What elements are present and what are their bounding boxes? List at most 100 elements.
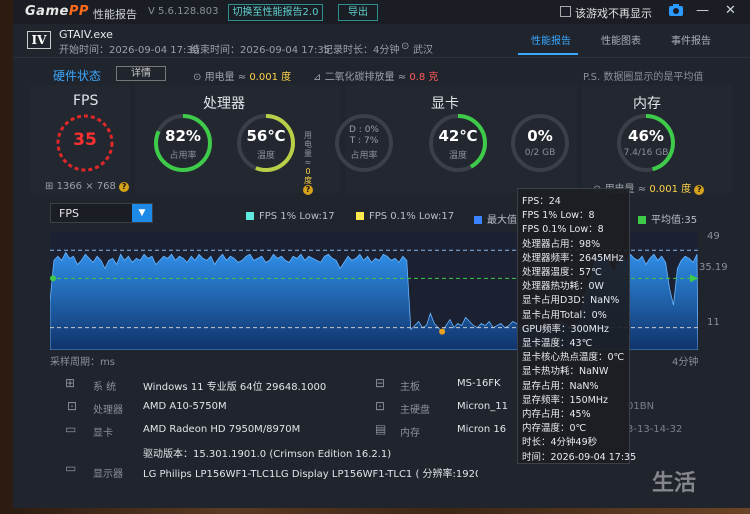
- tooltip-line: GPU频率：300MHz: [522, 323, 610, 335]
- location-pin-icon: ⊙: [401, 41, 410, 52]
- memory-usage-value: 46%: [628, 127, 664, 145]
- location: 武汉: [413, 45, 433, 56]
- divider: [13, 57, 750, 58]
- gpu-memory-gauge: 0% 0/2 GB: [509, 112, 571, 174]
- help-icon[interactable]: ?: [119, 182, 130, 192]
- tooltip-line: FPS：24: [522, 196, 561, 207]
- board-label: 主板: [400, 382, 420, 393]
- gpu-label: 显卡: [93, 428, 113, 439]
- average-marker: [50, 275, 56, 282]
- cpu-power-vertical: 用电量 ≈0 度 ?: [303, 131, 313, 195]
- help-icon[interactable]: ?: [694, 185, 705, 195]
- no-display-checkbox[interactable]: [560, 6, 571, 17]
- version-label: V 5.6.128.803: [148, 6, 219, 17]
- power-icon: ⊙: [193, 72, 205, 83]
- window-title: 性能报告: [93, 8, 137, 21]
- gpu-usage-label: 占用率: [350, 151, 378, 161]
- tooltip-line: 显卡核心热点温度：0℃: [522, 352, 625, 364]
- tooltip-line: 显卡占用D3D：NaN%: [522, 295, 620, 307]
- disk-value-tail: 01BN: [627, 401, 655, 412]
- y-tick-min: 11: [707, 317, 720, 328]
- cpu-temp-label: 温度: [256, 151, 275, 161]
- cpu-temp-gauge: 56℃ 温度: [235, 112, 297, 174]
- details-button[interactable]: 详情: [116, 66, 166, 81]
- min-marker: [439, 328, 446, 335]
- memory-title: 内存: [633, 96, 661, 112]
- display-label: 显示器: [93, 469, 123, 480]
- tooltip-line: FPS 1% Low：8: [522, 210, 595, 222]
- ram-value-tail: 3-13-14-32: [627, 424, 683, 435]
- active-tab-indicator: [518, 53, 578, 55]
- tab-performance-chart[interactable]: 性能图表: [601, 32, 641, 47]
- tooltip-line: 处理器热功耗：0W: [522, 281, 604, 293]
- cpu-title: 处理器: [203, 96, 245, 112]
- cpu-label: 处理器: [93, 405, 123, 416]
- switch-report-button[interactable]: 切换至性能报告2.0: [228, 4, 323, 21]
- gpu-temp-gauge: 42℃ 温度: [427, 112, 489, 174]
- fps-title: FPS: [73, 93, 99, 109]
- driver-version: 驱动版本：15.301.1901.0 (Crimson Edition 16.2…: [143, 449, 392, 460]
- gpu-usage-gauge: D : 0% T : 7% 占用率: [333, 112, 395, 174]
- gamepp-logo: GamePP: [25, 4, 89, 19]
- gpu-temp-value: 42℃: [438, 127, 478, 145]
- cpu-usage-gauge: 82% 占用率: [152, 112, 214, 174]
- tooltip-line: 显卡热功耗：NaNW: [522, 366, 609, 378]
- resolution: ⊞ 1366 × 768 ?: [45, 181, 130, 192]
- memory-usage-gauge: 46% 7.4/16 GB: [615, 112, 677, 174]
- watermark: 生活: [652, 471, 697, 496]
- os-value: Windows 11 专业版 64位 29648.1000: [143, 382, 327, 393]
- metric-select[interactable]: FPS ▼: [50, 203, 153, 223]
- cpu-value: AMD A10-5750M: [143, 401, 227, 412]
- ram-label: 内存: [400, 428, 420, 439]
- tooltip-line: 处理器温度：57℃: [522, 267, 602, 278]
- co2-emission: ⊿ 二氧化碳排放量 ≈ 0.8 克: [313, 72, 439, 83]
- ram-value: Micron 16: [457, 424, 507, 435]
- legend-1pct-low: FPS 1% Low:17: [246, 211, 335, 222]
- cpu-usage-value: 82%: [165, 127, 201, 145]
- disk-value: Micron_11: [457, 401, 508, 412]
- monitor-icon: ⊞: [45, 181, 57, 192]
- co2-icon: ⊿: [313, 72, 325, 83]
- legend-01pct-low: FPS 0.1% Low:17: [356, 211, 454, 222]
- memory-usage-label: 7.4/16 GB: [623, 148, 669, 158]
- gpu-title: 显卡: [431, 96, 459, 112]
- gpu-temp-label: 温度: [448, 151, 467, 161]
- gpu-memory-value: 0%: [527, 127, 553, 145]
- tooltip-line: 时长：4分钟49秒: [522, 437, 598, 449]
- start-time: 开始时间：2026-09-04 17:30: [59, 45, 200, 56]
- export-button[interactable]: 导出: [338, 4, 378, 21]
- display-value: LG Philips LP156WF1-TLC1LG Display LP156…: [143, 469, 478, 480]
- tooltip-line: 处理器频率：2645MHz: [522, 252, 624, 264]
- minimize-button[interactable]: —: [696, 3, 709, 18]
- tab-event-report[interactable]: 事件报告: [671, 32, 711, 47]
- game-exe: GTAIV.exe: [59, 28, 113, 41]
- help-icon[interactable]: ?: [303, 185, 313, 195]
- tab-performance-report[interactable]: 性能报告: [531, 32, 571, 47]
- legend-average: 平均值:35: [638, 211, 697, 226]
- fps-gauge: 35: [54, 112, 116, 174]
- close-button[interactable]: ✕: [725, 3, 736, 18]
- y-tick-max: 49: [707, 231, 720, 242]
- average-note: P.S. 数据圈显示的是平均值: [583, 72, 704, 83]
- legend-max: 最大值: [474, 211, 517, 226]
- cpu-temp-value: 56℃: [246, 127, 286, 145]
- os-label: 系 统: [93, 382, 117, 393]
- x-end-label: 4分钟: [672, 357, 699, 368]
- y-tick-average: 35.19: [699, 262, 728, 273]
- fps-value: 35: [73, 130, 97, 150]
- cpu-usage-label: 占用率: [169, 151, 197, 161]
- chevron-down-icon[interactable]: ▼: [132, 204, 152, 222]
- tooltip-line: 显卡占用Total：0%: [522, 309, 607, 321]
- tooltip-line: 显存频率：150MHz: [522, 394, 608, 406]
- chart-tooltip: FPS：24 FPS 1% Low：8 FPS 0.1% Low：8 处理器占用：98…: [517, 188, 636, 464]
- tooltip-line: 内存温度：0℃: [522, 423, 587, 435]
- tooltip-line: 时间：2026-09-04 17:35: [522, 451, 637, 463]
- tooltip-line: 显卡温度：43℃: [522, 338, 593, 349]
- camera-icon[interactable]: [669, 4, 683, 20]
- game-icon: IV: [27, 31, 51, 49]
- power-usage: ⊙ 用电量 ≈ 0.001 度: [193, 72, 292, 83]
- tooltip-line: 处理器占用：98%: [522, 238, 601, 250]
- gpu-memory-label: 0/2 GB: [524, 148, 556, 158]
- disk-label: 主硬盘: [400, 405, 430, 416]
- end-time: 结束时间：2026-09-04 17:35: [190, 45, 331, 56]
